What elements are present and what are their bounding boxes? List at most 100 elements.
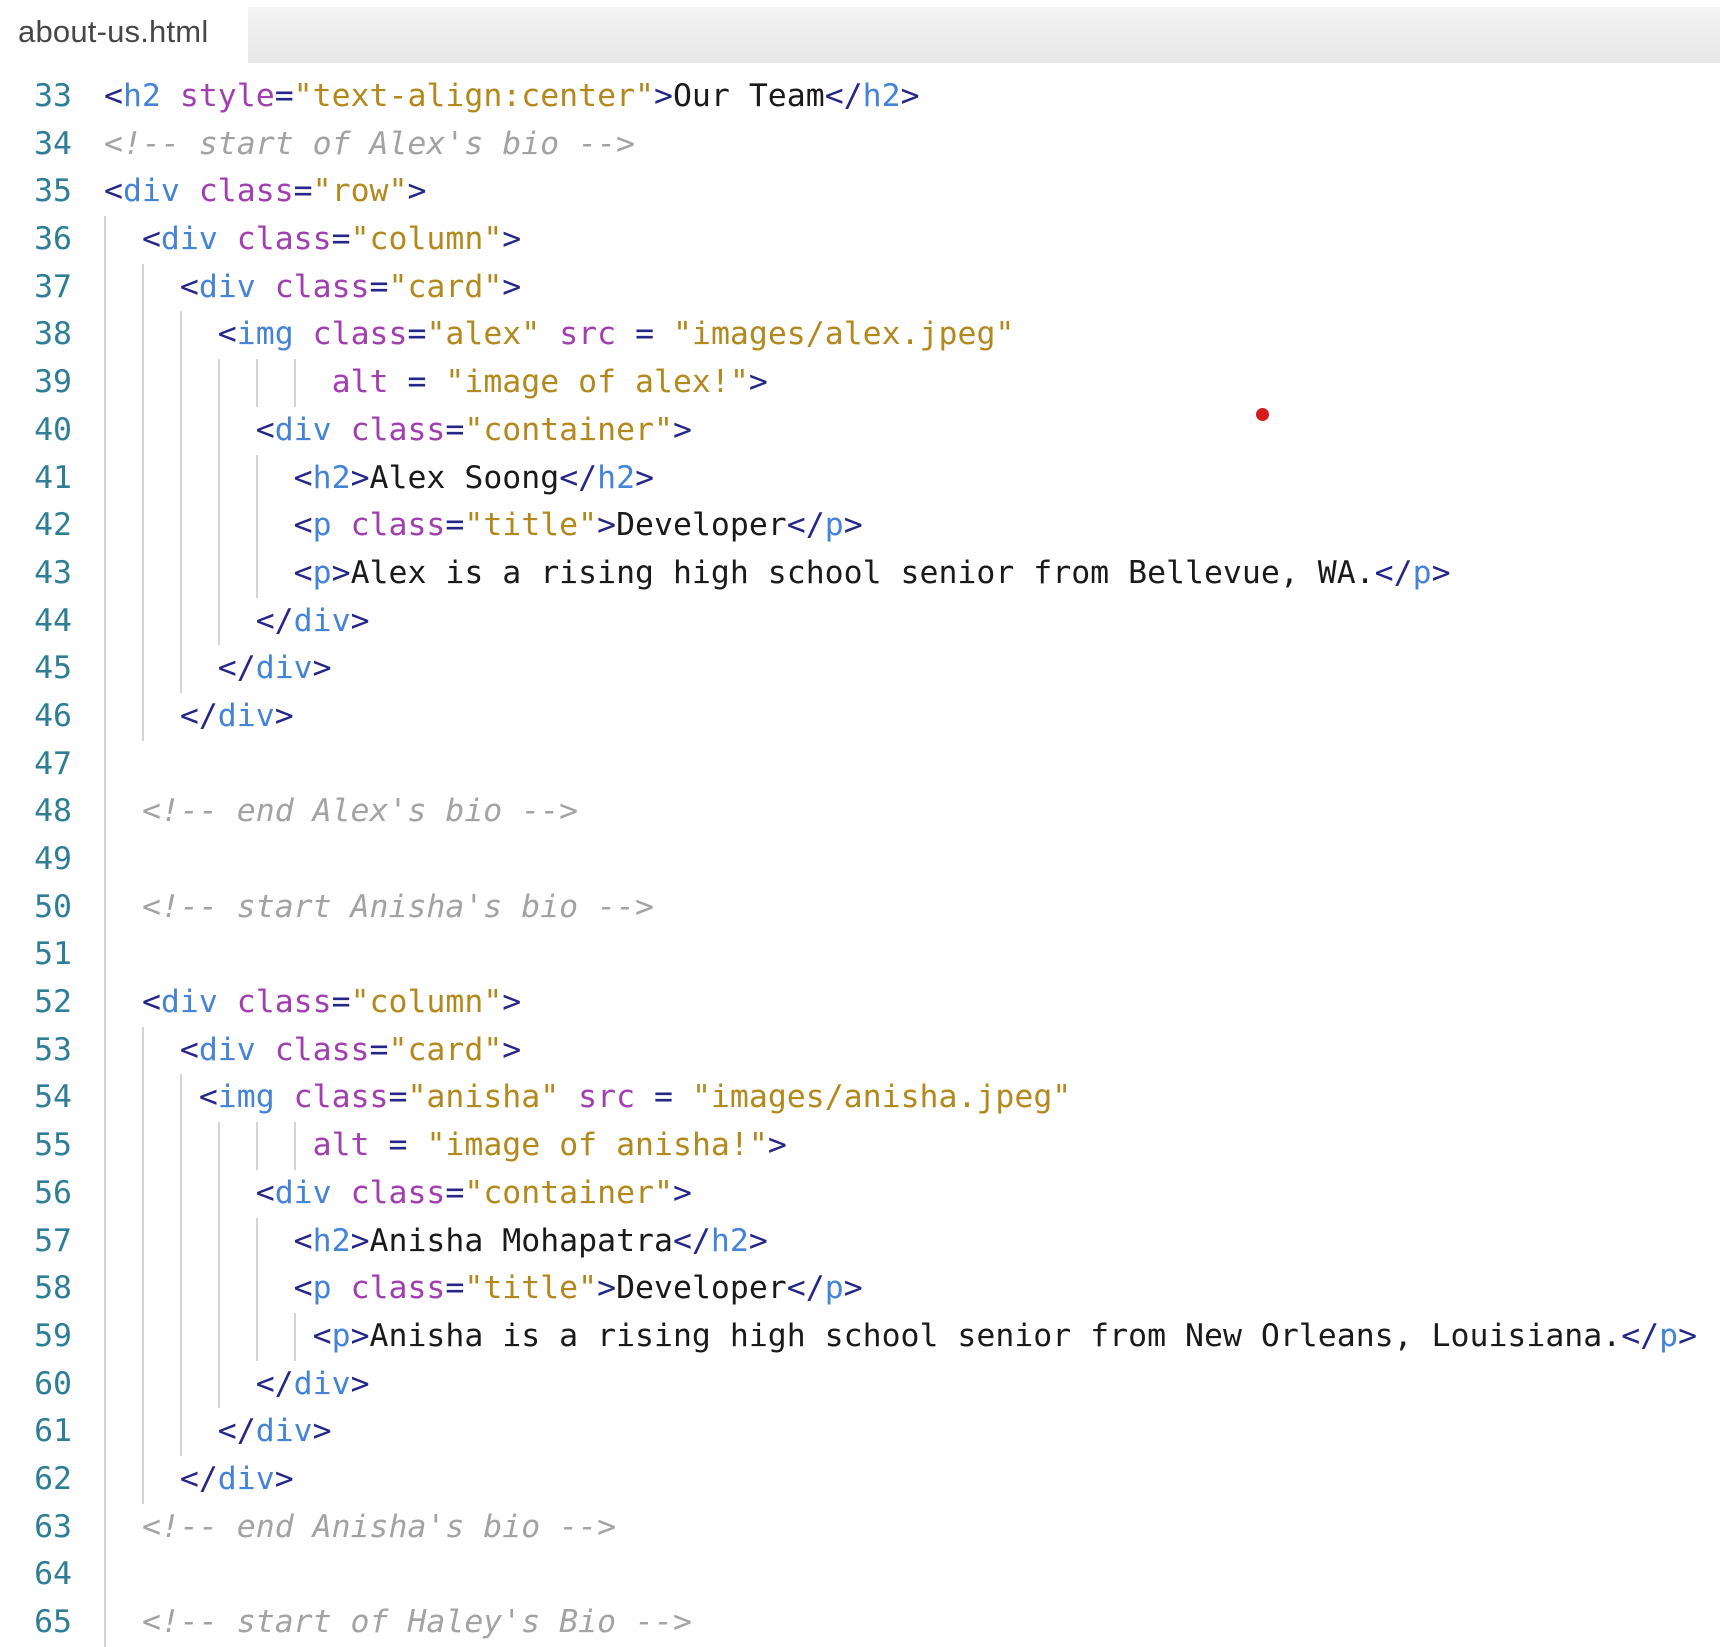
code-line[interactable]: 52 <div class="column"> (0, 979, 1720, 1027)
code-line[interactable]: 34 <!-- start of Alex's bio --> (0, 121, 1720, 169)
code-token: "row" (312, 173, 408, 210)
indent-guide (180, 1169, 182, 1218)
line-number: 54 (34, 1079, 72, 1116)
code-token: style (179, 78, 275, 114)
code-line[interactable]: 35 <div class="row"> (0, 168, 1720, 216)
line-number: 52 (34, 984, 72, 1021)
indent-guide (104, 1312, 106, 1361)
code-token: div (160, 984, 218, 1021)
code-line[interactable]: 33 <h2 style="text-align:center">Our Team… (0, 73, 1720, 121)
code-line-content (72, 740, 1720, 789)
code-line[interactable]: 63 <!-- end Anisha's bio --> (0, 1503, 1720, 1552)
code-token: = (274, 78, 294, 114)
code-line[interactable]: 55 alt = "image of anisha!"> (0, 1122, 1720, 1170)
code-line[interactable]: 64 (0, 1551, 1720, 1599)
indent-guide (104, 931, 106, 980)
code-line-content: </div> (72, 1455, 1720, 1504)
code-line[interactable]: 58 <p class="title">Developer</p> (0, 1265, 1720, 1313)
code-token: </ (1374, 554, 1413, 591)
code-token: = (331, 221, 351, 258)
code-editor[interactable]: 33 <h2 style="text-align:center">Our Team… (0, 63, 1720, 1647)
line-number: 55 (34, 1127, 72, 1164)
code-token: <!-- start of Haley's Bio --> (141, 1604, 692, 1640)
code-token: > (350, 1317, 370, 1354)
code-token: class (350, 1174, 446, 1211)
code-line[interactable]: 49 (0, 836, 1720, 884)
code-line-content: <p class="title">Developer</p> (72, 502, 1720, 550)
indent-guide (180, 311, 182, 360)
code-line[interactable]: 44 </div> (0, 597, 1720, 646)
code-line[interactable]: 40 <div class="container"> (0, 406, 1720, 455)
code-line[interactable]: 41 <h2>Alex Soong</h2> (0, 454, 1720, 503)
code-line[interactable]: 51 (0, 931, 1720, 980)
code-line[interactable]: 57 <h2>Anisha Mohapatra</h2> (0, 1217, 1720, 1266)
code-line[interactable]: 65 <!-- start of Haley's Bio --> (0, 1599, 1720, 1647)
code-line-content: <div class="column"> (72, 979, 1720, 1027)
code-line[interactable]: 54 <img class="anisha" src = "images/ani… (0, 1074, 1720, 1123)
code-token: div (255, 650, 313, 687)
code-token: > (274, 697, 294, 734)
code-token: < (179, 268, 199, 305)
code-token: class (350, 507, 446, 544)
code-token: = (388, 1127, 408, 1164)
line-number: 44 (34, 602, 72, 639)
code-token: </ (255, 1365, 294, 1402)
code-line[interactable]: 50 <!-- start Anisha's bio --> (0, 883, 1720, 932)
code-token: "column" (350, 984, 503, 1021)
code-line-content: <div class="column"> (72, 216, 1720, 264)
code-line[interactable]: 45 </div> (0, 645, 1720, 693)
code-token: "images/alex.jpeg" (673, 316, 1015, 353)
code-token: > (502, 1031, 522, 1068)
code-token: < (293, 1270, 313, 1307)
code-line[interactable]: 60 </div> (0, 1360, 1720, 1409)
code-line[interactable]: 37 <div class="card"> (0, 263, 1720, 312)
code-token: = (654, 1079, 673, 1116)
code-line[interactable]: 59 <p>Anisha is a rising high school sen… (0, 1312, 1720, 1361)
code-token: < (104, 78, 123, 114)
code-token: = (445, 507, 465, 544)
code-line-content: </div> (72, 1360, 1720, 1409)
code-line[interactable]: 61 </div> (0, 1408, 1720, 1456)
code-line[interactable]: 56 <div class="container"> (0, 1169, 1720, 1218)
indent-guide (104, 1599, 106, 1647)
code-line-content: <!-- start of Haley's Bio --> (72, 1599, 1720, 1647)
code-token: > (350, 602, 370, 639)
code-token: "title" (464, 507, 598, 544)
code-token: </ (255, 602, 294, 639)
indent-guide (180, 549, 182, 598)
code-token: "card" (388, 1031, 503, 1068)
code-line[interactable]: 47 (0, 740, 1720, 789)
indent-guide (180, 1360, 182, 1409)
indent-guide (256, 1217, 258, 1266)
code-line[interactable]: 46 </div> (0, 692, 1720, 741)
line-number: 38 (34, 316, 72, 353)
tab-about-us[interactable]: about-us.html (0, 0, 248, 63)
line-number: 60 (34, 1365, 72, 1402)
code-line[interactable]: 48 <!-- end Alex's bio --> (0, 788, 1720, 836)
indent-guide (142, 454, 144, 503)
indent-guide (180, 406, 182, 455)
code-token: p (1412, 554, 1432, 591)
code-line[interactable]: 36 <div class="column"> (0, 216, 1720, 264)
code-line[interactable]: 42 <p class="title">Developer</p> (0, 502, 1720, 550)
indent-guide (142, 406, 144, 455)
code-line[interactable]: 62 </div> (0, 1455, 1720, 1504)
indent-guide (218, 502, 220, 550)
line-number: 35 (34, 173, 72, 210)
code-token: = (635, 316, 655, 353)
code-token: "card" (388, 268, 503, 305)
code-token: Developer (616, 507, 787, 544)
code-token: </ (559, 459, 598, 496)
indent-guide (218, 1217, 220, 1266)
code-token: h2 (597, 459, 636, 496)
indent-guide (104, 1265, 106, 1313)
code-token: < (198, 1079, 218, 1116)
indent-guide (256, 1122, 258, 1170)
code-line[interactable]: 53 <div class="card"> (0, 1026, 1720, 1075)
code-line[interactable]: 43 <p>Alex is a rising high school senio… (0, 549, 1720, 598)
code-line[interactable]: 38 <img class="alex" src = "images/alex.… (0, 311, 1720, 360)
code-token: "alex" (426, 316, 541, 353)
indent-guide (104, 1408, 106, 1456)
indent-guide (142, 1455, 144, 1504)
code-line[interactable]: 39 alt = "image of alex!"> (0, 359, 1720, 407)
